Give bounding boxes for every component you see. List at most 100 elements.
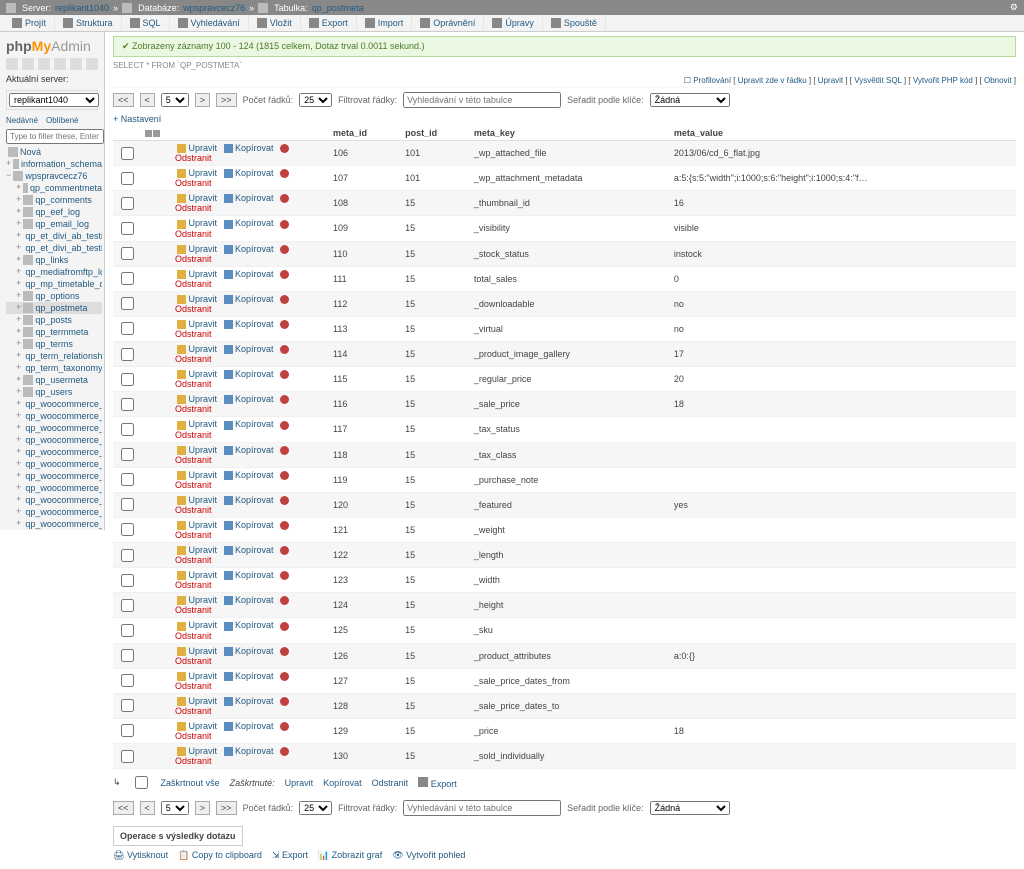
row-check[interactable] — [121, 147, 134, 160]
tab-spouste[interactable]: Spouště — [543, 15, 606, 31]
row-copy[interactable]: Kopírovat — [222, 570, 276, 580]
row-edit[interactable]: Upravit — [175, 646, 219, 656]
row-edit[interactable]: Upravit — [175, 671, 219, 681]
row-edit[interactable]: Upravit — [175, 319, 219, 329]
tree-table[interactable]: + qp_woocommerce_order_item — [6, 446, 102, 458]
next-page-button[interactable]: > — [195, 93, 210, 107]
row-copy[interactable]: Kopírovat — [222, 671, 276, 681]
row-check[interactable] — [121, 498, 134, 511]
row-edit[interactable]: Upravit — [175, 696, 219, 706]
row-copy[interactable]: Kopírovat — [222, 168, 276, 178]
ops-print[interactable]: 🖨 Vytisknout — [113, 850, 168, 861]
row-edit[interactable]: Upravit — [175, 143, 219, 153]
row-check[interactable] — [121, 624, 134, 637]
prev-page-button[interactable]: < — [140, 93, 155, 107]
tree-table[interactable]: + qp_postmeta — [6, 302, 102, 314]
tree-table[interactable]: + qp_woocommerce_shipping_ — [6, 518, 102, 530]
row-check[interactable] — [121, 398, 134, 411]
row-edit[interactable]: Upravit — [175, 470, 219, 480]
tree-table[interactable]: + qp_woocommerce_shipping_ — [6, 494, 102, 506]
row-copy[interactable]: Kopírovat — [222, 746, 276, 756]
settings-toggle[interactable]: + Nastavení — [113, 112, 1016, 126]
server-link[interactable]: replikant1040 — [55, 3, 109, 13]
tree-table[interactable]: + qp_woocommerce_sessions — [6, 482, 102, 494]
checkall-link[interactable]: Zaškrtnout vše — [161, 778, 220, 788]
row-edit[interactable]: Upravit — [175, 294, 219, 304]
tree-table[interactable]: + qp_users — [6, 386, 102, 398]
tree-table[interactable]: + qp_woocommerce_shipping_ — [6, 506, 102, 518]
inline-edit-link[interactable]: Upravit zde v řádku — [738, 76, 807, 85]
reload-icon[interactable] — [86, 58, 98, 70]
tab-import[interactable]: Import — [357, 15, 413, 31]
tree-table[interactable]: + qp_usermeta — [6, 374, 102, 386]
row-filter-input-b[interactable] — [403, 800, 561, 816]
last-page-button[interactable]: >> — [216, 93, 237, 107]
last-page-button-b[interactable]: >> — [216, 801, 237, 815]
ops-clipboard[interactable]: 📋 Copy to clipboard — [178, 850, 262, 861]
tree-table[interactable]: + qp_links — [6, 254, 102, 266]
row-check[interactable] — [121, 322, 134, 335]
col-meta-id[interactable]: meta_id — [329, 126, 401, 141]
db-link[interactable]: wpspravcecz76 — [183, 3, 245, 13]
sort-select-b[interactable]: Žádná — [650, 801, 730, 815]
row-check[interactable] — [121, 272, 134, 285]
row-copy[interactable]: Kopírovat — [222, 545, 276, 555]
tree-table[interactable]: + qp_woocommerce_attribute_t — [6, 410, 102, 422]
row-check[interactable] — [121, 674, 134, 687]
server-select[interactable]: replikant1040 — [9, 93, 99, 107]
page-select-b[interactable]: 5 — [161, 801, 189, 815]
sort-select[interactable]: Žádná — [650, 93, 730, 107]
tree-table[interactable]: + qp_woocommerce_log — [6, 434, 102, 446]
next-page-button-b[interactable]: > — [195, 801, 210, 815]
row-edit[interactable]: Upravit — [175, 520, 219, 530]
row-copy[interactable]: Kopírovat — [222, 369, 276, 379]
bulk-copy[interactable]: Kopírovat — [323, 778, 362, 788]
tree-table[interactable]: + qp_woocommerce_payment_ — [6, 470, 102, 482]
row-copy[interactable]: Kopírovat — [222, 344, 276, 354]
row-check[interactable] — [121, 197, 134, 210]
row-copy[interactable]: Kopírovat — [222, 520, 276, 530]
bulk-export[interactable]: Export — [418, 777, 457, 789]
sort-desc-icon[interactable] — [153, 130, 160, 137]
tab-vlozit[interactable]: Vložit — [249, 15, 301, 31]
row-edit[interactable]: Upravit — [175, 545, 219, 555]
table-link[interactable]: qp_postmeta — [312, 3, 364, 13]
row-check[interactable] — [121, 699, 134, 712]
row-copy[interactable]: Kopírovat — [222, 646, 276, 656]
col-meta-value[interactable]: meta_value — [670, 126, 1016, 141]
row-edit[interactable]: Upravit — [175, 570, 219, 580]
row-check[interactable] — [121, 649, 134, 662]
row-check[interactable] — [121, 423, 134, 436]
row-edit[interactable]: Upravit — [175, 369, 219, 379]
row-copy[interactable]: Kopírovat — [222, 394, 276, 404]
tab-export[interactable]: Export — [301, 15, 357, 31]
row-copy[interactable]: Kopírovat — [222, 269, 276, 279]
row-copy[interactable]: Kopírovat — [222, 696, 276, 706]
row-check[interactable] — [121, 448, 134, 461]
row-copy[interactable]: Kopírovat — [222, 620, 276, 630]
ops-chart[interactable]: 📊 Zobrazit graf — [318, 850, 382, 861]
row-copy[interactable]: Kopírovat — [222, 495, 276, 505]
page-select[interactable]: 5 — [161, 93, 189, 107]
tree-table[interactable]: + qp_commentmeta — [6, 182, 102, 194]
first-page-button[interactable]: << — [113, 93, 134, 107]
tab-projit[interactable]: Projít — [4, 15, 55, 31]
row-edit[interactable]: Upravit — [175, 168, 219, 178]
first-page-button-b[interactable]: << — [113, 801, 134, 815]
tab-recent[interactable]: Nedávné — [6, 116, 38, 125]
col-meta-key[interactable]: meta_key — [470, 126, 670, 141]
tree-table[interactable]: + qp_terms — [6, 338, 102, 350]
row-copy[interactable]: Kopírovat — [222, 294, 276, 304]
row-copy[interactable]: Kopírovat — [222, 143, 276, 153]
settings-icon[interactable] — [70, 58, 82, 70]
row-check[interactable] — [121, 247, 134, 260]
edit-link[interactable]: Upravit — [818, 76, 843, 85]
row-edit[interactable]: Upravit — [175, 746, 219, 756]
col-post-id[interactable]: post_id — [401, 126, 470, 141]
row-edit[interactable]: Upravit — [175, 218, 219, 228]
row-edit[interactable]: Upravit — [175, 394, 219, 404]
tree-table[interactable]: + qp_term_taxonomy — [6, 362, 102, 374]
row-copy[interactable]: Kopírovat — [222, 319, 276, 329]
tab-vyhledavani[interactable]: Vyhledávání — [170, 15, 249, 31]
row-copy[interactable]: Kopírovat — [222, 595, 276, 605]
